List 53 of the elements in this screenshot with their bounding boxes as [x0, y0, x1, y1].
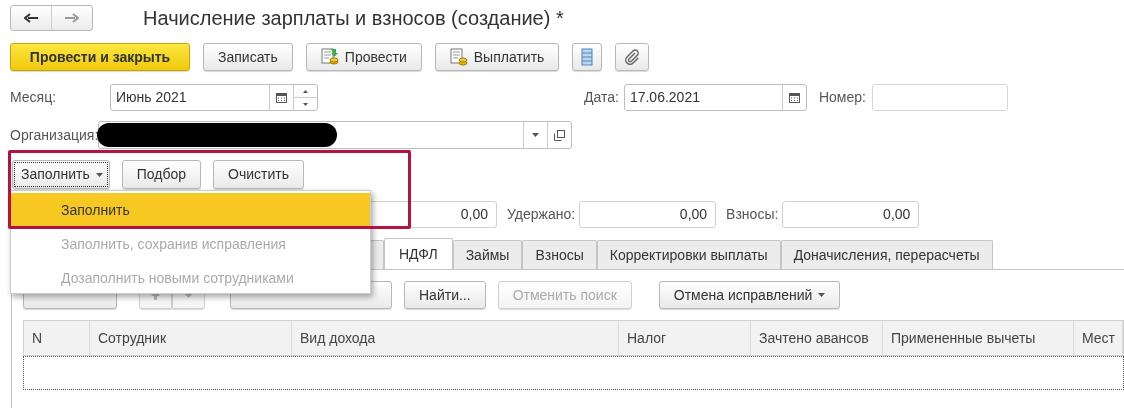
toolbar-button[interactable]: Отмена исправлений: [658, 281, 841, 309]
field-label: Дата:: [584, 88, 619, 107]
toolbar-button[interactable]: Провести: [305, 43, 422, 71]
column-header[interactable]: Зачтено авансов: [751, 321, 883, 355]
field-label: Взносы:: [726, 205, 779, 224]
calendar-icon: [276, 92, 287, 103]
column-header[interactable]: Налог: [619, 321, 751, 355]
amount-field[interactable]: 0,00: [579, 201, 717, 228]
navigation-buttons[interactable]: [10, 5, 93, 31]
toolbar-button[interactable]: Подбор: [121, 160, 202, 189]
document-coins-icon: [320, 48, 339, 66]
column-header[interactable]: Примененные вычеты: [883, 321, 1074, 355]
field-label: Организация:: [10, 125, 99, 145]
calendar-icon: [788, 92, 800, 103]
back-arrow-icon: [24, 13, 38, 23]
toolbar-button[interactable]: Найти...: [404, 281, 486, 309]
menu-item[interactable]: Заполнить: [11, 193, 370, 227]
post-and-close-button[interactable]: Провести и закрыть: [10, 43, 190, 71]
field-label: Месяц:: [10, 88, 58, 107]
toolbar-button[interactable]: Заполнить: [12, 160, 110, 189]
paperclip-icon: [624, 49, 641, 65]
toolbar-button[interactable]: Очистить: [213, 160, 304, 189]
tab[interactable]: Займы: [452, 240, 523, 269]
forward-arrow-icon: [65, 13, 79, 23]
amount-field[interactable]: 0,00: [782, 201, 920, 228]
toolbar-button[interactable]: Записать: [203, 43, 293, 71]
tab[interactable]: Корректировки выплаты: [596, 240, 781, 269]
column-header[interactable]: Вид дохода: [292, 321, 619, 355]
tab[interactable]: Взносы: [522, 240, 597, 269]
table-row[interactable]: [23, 356, 1124, 390]
number-field[interactable]: [871, 84, 1008, 111]
list-button[interactable]: [572, 43, 603, 71]
spin-down-icon: [303, 102, 308, 106]
caret-icon: [818, 293, 826, 297]
tab[interactable]: НДФЛ: [384, 238, 453, 269]
caret-icon: [532, 133, 540, 137]
toolbar-button[interactable]: Выплатить: [434, 43, 560, 71]
spin-up-icon: [303, 89, 308, 93]
document-coins-icon: [449, 48, 468, 66]
caret-icon: [95, 172, 103, 177]
field-label: Удержано:: [507, 205, 576, 224]
column-header[interactable]: Мест: [1074, 321, 1123, 355]
tab[interactable]: Доначисления, перерасчеты: [780, 240, 993, 269]
window-title: Начисление зарплаты и взносов (создание) *: [143, 6, 564, 31]
list-icon: [581, 48, 594, 66]
date-field[interactable]: 17.06.2021: [623, 84, 807, 111]
field-label: Номер:: [818, 88, 866, 107]
open-window-icon: [554, 129, 566, 141]
month-field[interactable]: Июнь 2021: [110, 84, 318, 111]
attach-button[interactable]: [615, 43, 650, 71]
column-header[interactable]: Сотрудник: [90, 321, 292, 355]
organization-field[interactable]: [98, 121, 573, 149]
column-header[interactable]: N: [24, 321, 90, 355]
